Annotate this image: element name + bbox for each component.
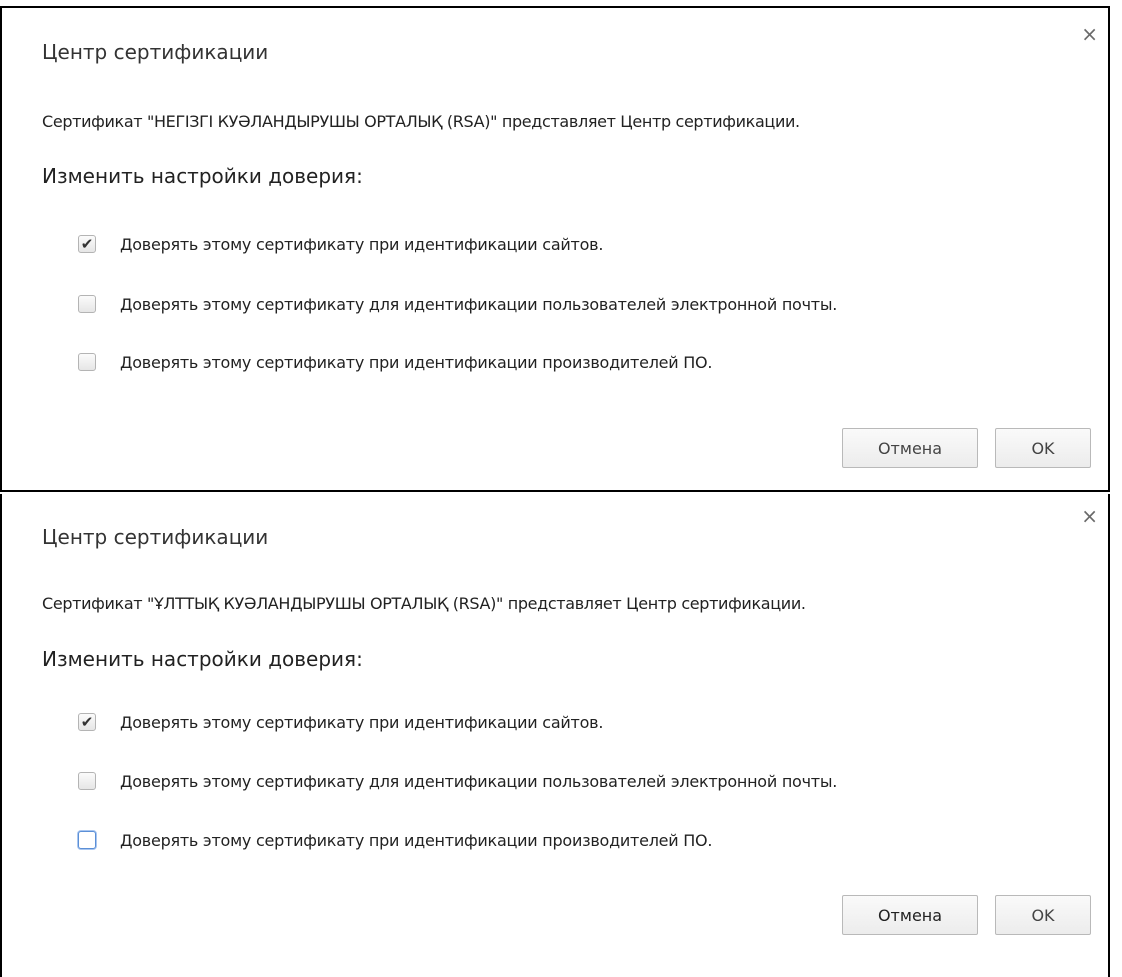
trust-websites-checkbox[interactable]: ✔ bbox=[78, 713, 96, 731]
ok-button[interactable]: OK bbox=[995, 895, 1091, 935]
dialog-title: Центр сертификации bbox=[42, 40, 269, 64]
close-icon[interactable]: × bbox=[1081, 24, 1098, 44]
trust-email-checkbox[interactable] bbox=[78, 772, 96, 790]
trust-email-option[interactable]: Доверять этому сертификату для идентифик… bbox=[78, 770, 837, 792]
trust-software-label: Доверять этому сертификату при идентифик… bbox=[120, 830, 713, 850]
checkmark-icon: ✔ bbox=[80, 234, 94, 253]
trust-email-option[interactable]: Доверять этому сертификату для идентифик… bbox=[78, 293, 837, 315]
cancel-button[interactable]: Отмена bbox=[842, 895, 978, 935]
ok-button[interactable]: OK bbox=[995, 428, 1091, 468]
checkmark-icon: ✔ bbox=[80, 712, 94, 731]
certificate-info-text: Сертификат "НЕГІЗГІ КУӘЛАНДЫРУШЫ ОРТАЛЫҚ… bbox=[42, 112, 800, 131]
trust-websites-option[interactable]: ✔ Доверять этому сертификату при идентиф… bbox=[78, 711, 603, 733]
cert-trust-dialog-1: × Центр сертификации Сертификат "НЕГІЗГІ… bbox=[0, 6, 1110, 492]
dialog-title: Центр сертификации bbox=[42, 525, 269, 549]
trust-software-option[interactable]: Доверять этому сертификату при идентифик… bbox=[78, 829, 712, 851]
trust-settings-heading: Изменить настройки доверия: bbox=[42, 164, 363, 188]
trust-software-label: Доверять этому сертификату при идентифик… bbox=[120, 352, 713, 372]
trust-websites-label: Доверять этому сертификату при идентифик… bbox=[120, 234, 604, 254]
certificate-info-text: Сертификат "ҰЛТТЫҚ КУӘЛАНДЫРУШЫ ОРТАЛЫҚ … bbox=[42, 594, 806, 613]
trust-software-checkbox[interactable] bbox=[78, 353, 96, 371]
trust-websites-label: Доверять этому сертификату при идентифик… bbox=[120, 712, 604, 732]
cert-trust-dialog-2: × Центр сертификации Сертификат "ҰЛТТЫҚ … bbox=[0, 494, 1110, 977]
trust-settings-heading: Изменить настройки доверия: bbox=[42, 647, 363, 671]
cancel-button[interactable]: Отмена bbox=[842, 428, 978, 468]
trust-email-checkbox[interactable] bbox=[78, 295, 96, 313]
trust-software-checkbox[interactable] bbox=[78, 831, 96, 849]
trust-websites-checkbox[interactable]: ✔ bbox=[78, 235, 96, 253]
trust-email-label: Доверять этому сертификату для идентифик… bbox=[120, 294, 838, 314]
close-icon[interactable]: × bbox=[1081, 506, 1098, 526]
trust-websites-option[interactable]: ✔ Доверять этому сертификату при идентиф… bbox=[78, 233, 603, 255]
trust-software-option[interactable]: Доверять этому сертификату при идентифик… bbox=[78, 351, 712, 373]
trust-email-label: Доверять этому сертификату для идентифик… bbox=[120, 771, 838, 791]
